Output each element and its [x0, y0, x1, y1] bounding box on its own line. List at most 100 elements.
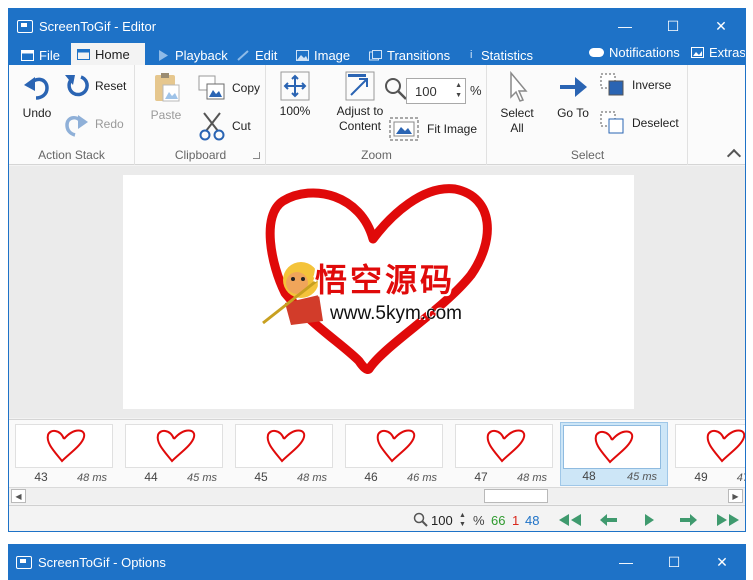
zoom-percent: %: [470, 83, 482, 98]
notifications-label: Notifications: [609, 44, 680, 60]
first-frame-icon[interactable]: [557, 513, 583, 527]
frame-thumbnail: [563, 425, 661, 469]
zoom-value: 100: [415, 83, 437, 99]
frame-thumbnail: [15, 424, 113, 468]
frame-item[interactable]: 43 48 ms: [13, 422, 117, 486]
next-frame-icon[interactable]: [678, 513, 698, 527]
play-icon[interactable]: [642, 513, 656, 527]
frame-thumbnail: [345, 424, 443, 468]
frame-duration: 48 ms: [297, 472, 327, 484]
reset-icon: [65, 75, 89, 97]
play-icon: [159, 49, 168, 61]
frame-thumbnail: [125, 424, 223, 468]
scissors-icon: [199, 112, 225, 141]
zoom-100-label: 100%: [279, 104, 311, 118]
frame-duration: 46 ms: [407, 472, 437, 484]
frame-duration: 45 ms: [627, 471, 657, 483]
fit-image-button[interactable]: Fit Image: [389, 117, 485, 141]
frame-item[interactable]: 45 48 ms: [233, 422, 337, 486]
zoom-spinner[interactable]: ▲ ▼: [455, 81, 462, 101]
frame-number: 47: [474, 470, 488, 484]
inverse-button[interactable]: Inverse: [600, 73, 686, 97]
zoom-input[interactable]: 100 ▲ ▼: [406, 78, 466, 104]
options-maximize-button[interactable]: ☐: [650, 544, 698, 580]
copy-icon: [198, 75, 225, 100]
paste-button[interactable]: Paste: [140, 71, 192, 123]
group-label: Clipboard: [174, 148, 227, 162]
frame-number: 43: [34, 470, 48, 484]
editor-window: ScreenToGif - Editor — ☐ ✕ File Home Pla…: [8, 8, 746, 532]
title-bar: ScreenToGif - Editor — ☐ ✕: [9, 9, 745, 43]
select-group: Select All Go To Inverse Deselect Select: [488, 65, 688, 165]
collapse-ribbon-button[interactable]: [726, 148, 742, 164]
scroll-left-button[interactable]: ◀: [11, 489, 26, 503]
extras-button[interactable]: Extras: [685, 43, 745, 61]
maximize-button[interactable]: ☐: [649, 9, 697, 43]
options-close-button[interactable]: ✕: [698, 544, 746, 580]
inverse-label: Inverse: [632, 78, 672, 92]
home-icon: [77, 48, 90, 60]
copy-button[interactable]: Copy: [198, 75, 264, 101]
heart-thumbnail: [46, 429, 86, 463]
frame-item[interactable]: 46 46 ms: [343, 422, 447, 486]
frame-thumbnail: [675, 424, 745, 468]
adjust-content-icon: [345, 71, 375, 101]
options-minimize-button[interactable]: —: [602, 544, 650, 580]
tab-transitions[interactable]: Transitions: [363, 45, 456, 65]
file-icon: [21, 49, 34, 61]
clipboard-options-launcher[interactable]: [253, 152, 260, 159]
tab-label: Home: [95, 46, 130, 62]
canvas-area: 悟空源码 www.5kym.com: [9, 166, 745, 418]
fit-image-label: Fit Image: [427, 122, 478, 136]
frame-number: 49: [694, 470, 708, 484]
deselect-label: Deselect: [632, 116, 679, 130]
window-title: ScreenToGif - Editor: [39, 18, 157, 34]
tab-label: Statistics: [481, 47, 534, 63]
tab-edit[interactable]: Edit: [231, 45, 283, 65]
last-frame-icon[interactable]: [715, 513, 741, 527]
copy-label: Copy: [232, 81, 261, 95]
minimize-button[interactable]: —: [601, 9, 649, 43]
frame-list-scrollbar[interactable]: ◀ ▶: [9, 487, 745, 504]
fit-image-icon: [389, 117, 419, 141]
transitions-icon: [369, 49, 382, 60]
redo-icon: [65, 115, 88, 137]
frame-item-selected[interactable]: 48 45 ms: [560, 422, 668, 486]
reset-button[interactable]: Reset: [63, 73, 133, 99]
tab-image[interactable]: Image: [290, 45, 356, 65]
redo-button[interactable]: Redo: [63, 111, 133, 137]
undo-button[interactable]: Undo: [13, 71, 61, 121]
go-to-label: Go To: [557, 106, 589, 120]
tab-playback[interactable]: Playback: [151, 45, 234, 65]
zoom-100-button[interactable]: 100%: [273, 71, 317, 119]
frame-item[interactable]: 47 48 ms: [453, 422, 557, 486]
scrollbar-thumb[interactable]: [484, 489, 548, 503]
tab-home[interactable]: Home: [71, 43, 145, 65]
previous-frame-icon[interactable]: [599, 513, 619, 527]
status-bar: 100 ▲ ▼ % 66 1 48: [9, 505, 745, 531]
select-all-button[interactable]: Select All: [492, 70, 542, 136]
notifications-button[interactable]: Notifications: [583, 43, 686, 61]
select-all-line1: Select: [500, 106, 534, 120]
arrow-right-icon: [560, 77, 587, 97]
status-zoom-value[interactable]: 100: [431, 513, 453, 528]
go-to-button[interactable]: Go To: [548, 71, 598, 121]
reset-label: Reset: [95, 79, 127, 93]
frame-item[interactable]: 44 45 ms: [123, 422, 227, 486]
app-icon: [16, 555, 32, 569]
frame-duration: 48 ms: [517, 472, 547, 484]
tab-label: Playback: [175, 47, 228, 63]
tab-statistics[interactable]: i Statistics: [464, 45, 539, 65]
tab-file[interactable]: File: [15, 45, 66, 65]
adjust-label-line1: Adjust to: [336, 104, 384, 118]
tab-label: Edit: [255, 47, 278, 63]
expand-icon: [280, 71, 310, 101]
cut-button[interactable]: Cut: [198, 111, 264, 141]
close-button[interactable]: ✕: [697, 9, 745, 43]
scroll-right-button[interactable]: ▶: [728, 489, 743, 503]
frame-item[interactable]: 49 47: [673, 422, 745, 486]
paste-icon: [155, 73, 180, 102]
status-zoom-spinner[interactable]: ▲ ▼: [459, 511, 466, 529]
cut-label: Cut: [232, 119, 251, 133]
deselect-button[interactable]: Deselect: [600, 111, 686, 135]
